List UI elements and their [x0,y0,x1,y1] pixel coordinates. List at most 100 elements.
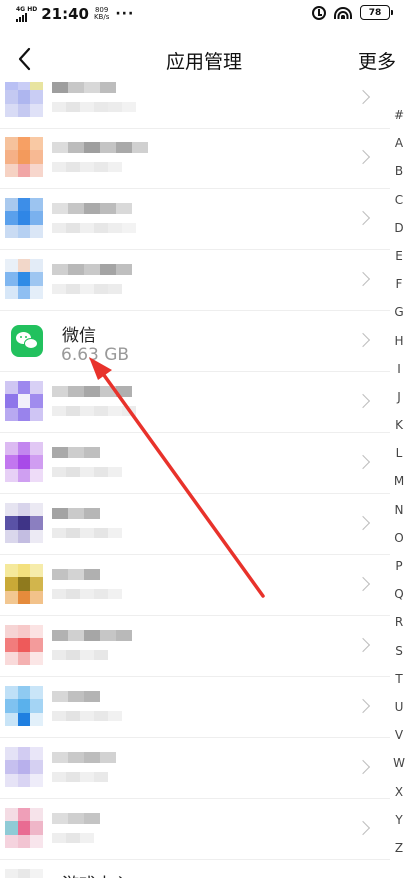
page-title: 应用管理 [165,51,242,73]
blurred-app-size [52,650,108,660]
wifi-icon [334,6,352,19]
app-icon [5,137,43,177]
app-icon [5,808,43,848]
index-letter[interactable]: Y [390,813,408,841]
chevron-right-icon [355,271,371,287]
index-letter[interactable]: G [390,305,408,333]
app-list[interactable]: 微信 6.63 GB [0,82,408,878]
blurred-app-size [52,833,94,843]
blurred-app-size [52,711,122,721]
app-icon [5,259,43,299]
index-letter[interactable]: P [390,559,408,587]
app-icon [5,442,43,482]
list-item[interactable] [0,677,390,738]
list-item[interactable] [0,738,390,799]
index-letter[interactable]: N [390,503,408,531]
chevron-right-icon [355,393,371,409]
speed-unit: KB/s [93,13,110,21]
status-right: 78 [312,5,393,20]
list-item[interactable] [0,799,390,860]
blurred-app-size [52,589,122,599]
blurred-app-name [52,630,132,641]
index-letter[interactable]: O [390,531,408,559]
blurred-app-size [52,772,108,782]
index-letter[interactable]: I [390,362,408,390]
wechat-icon [11,325,43,357]
blurred-app-name [52,264,132,275]
blurred-app-size [52,284,122,294]
index-letter[interactable]: D [390,221,408,249]
index-letter[interactable]: B [390,164,408,192]
blurred-app-name [52,447,100,458]
index-letter[interactable]: X [390,785,408,813]
status-left: 4G HD 21:40 809 KB/s ··· [16,5,134,23]
app-icon [5,381,43,421]
index-letter[interactable]: U [390,700,408,728]
index-letter[interactable]: Z [390,841,408,869]
index-letter[interactable]: F [390,277,408,305]
blurred-app-size [52,162,122,172]
alphabet-index[interactable]: # A B C D E F G H I J K L M N O P Q R S T U V W X Y Z [390,108,408,869]
index-letter[interactable]: T [390,672,408,700]
app-icon [5,503,43,543]
chevron-right-icon [355,89,371,105]
app-icon [5,198,43,238]
index-letter[interactable]: V [390,728,408,756]
blurred-app-name [52,569,100,580]
list-item[interactable] [0,250,390,311]
list-item-game-center[interactable]: 游戏中心 [0,860,390,878]
list-item[interactable] [0,82,390,129]
blurred-app-size [52,528,122,538]
chevron-right-icon [355,637,371,653]
index-letter[interactable]: J [390,390,408,418]
blurred-app-name [52,813,100,824]
index-letter[interactable]: R [390,615,408,643]
app-icon [5,82,43,117]
index-letter[interactable]: Q [390,587,408,615]
index-letter[interactable]: L [390,446,408,474]
blurred-app-name [52,142,148,153]
app-icon [5,625,43,665]
blurred-app-name [52,82,116,93]
app-icon [5,686,43,726]
chevron-right-icon [355,698,371,714]
index-letter[interactable]: S [390,644,408,672]
list-item[interactable] [0,189,390,250]
chevron-right-icon [355,820,371,836]
index-letter[interactable]: # [390,108,408,136]
list-item[interactable] [0,372,390,433]
index-letter[interactable]: K [390,418,408,446]
battery-level: 78 [368,7,382,18]
index-letter[interactable]: W [390,756,408,784]
app-icon [5,869,43,878]
alarm-icon [312,5,326,20]
app-header: 应用管理 更多 [0,36,408,82]
app-name: 游戏中心 [62,870,130,878]
list-item[interactable] [0,555,390,616]
more-button[interactable]: 更多 [358,47,396,74]
index-letter[interactable]: C [390,193,408,221]
app-name: 微信 [62,326,96,346]
list-item[interactable] [0,494,390,555]
battery-icon: 78 [360,5,393,20]
app-icon [5,747,43,787]
chevron-right-icon [355,210,371,226]
list-item[interactable] [0,128,390,189]
index-letter[interactable]: H [390,334,408,362]
list-item[interactable] [0,616,390,677]
blurred-app-size [52,102,136,112]
list-item[interactable] [0,433,390,494]
list-item-wechat[interactable]: 微信 6.63 GB [0,311,390,372]
index-letter[interactable]: M [390,474,408,502]
status-bar: 4G HD 21:40 809 KB/s ··· 78 [0,0,408,28]
signal-icon: 4G HD [16,6,37,22]
blurred-app-size [52,223,136,233]
app-size: 6.63 GB [61,345,130,365]
app-icon [5,564,43,604]
index-letter[interactable]: E [390,249,408,277]
chevron-right-icon [355,576,371,592]
blurred-app-name [52,508,100,519]
index-letter[interactable]: A [390,136,408,164]
network-speed: 809 KB/s [94,7,109,21]
chevron-right-icon [355,454,371,470]
